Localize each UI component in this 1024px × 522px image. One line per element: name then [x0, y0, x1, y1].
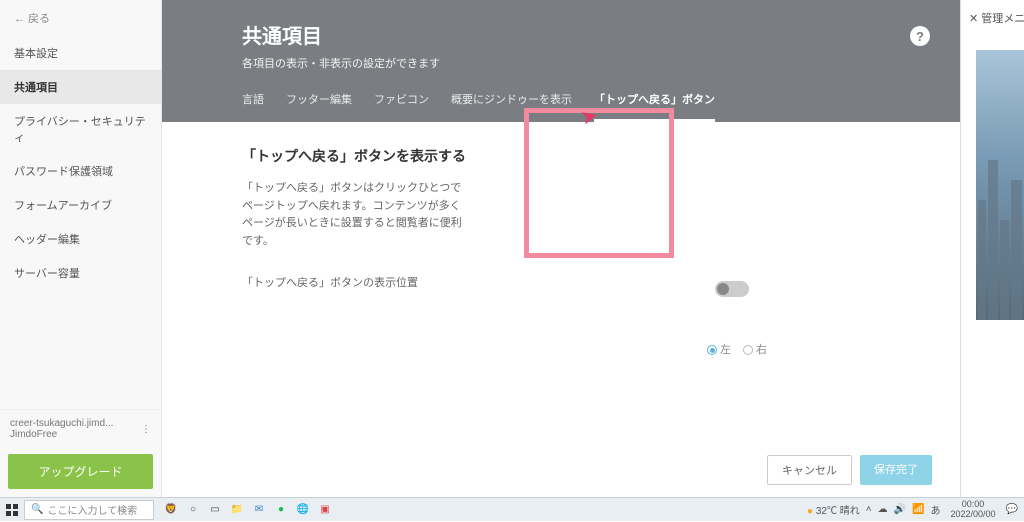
page-subtitle: 各項目の表示・非表示の設定ができます	[242, 55, 880, 71]
chrome-icon[interactable]: 🌐	[294, 501, 312, 519]
show-toggle[interactable]	[715, 281, 749, 297]
position-radios: 左 右	[707, 341, 767, 357]
tray-icon-1[interactable]: 🔊	[894, 504, 906, 515]
taskbar-clock[interactable]: 00:00 2022/00/00	[947, 500, 1000, 520]
tab-language[interactable]: 言語	[242, 91, 264, 122]
taskview-icon[interactable]: ▭	[206, 501, 224, 519]
right-panel: ✕ 管理メニ	[960, 0, 1024, 497]
start-button[interactable]	[0, 498, 24, 522]
search-icon: 🔍	[31, 504, 43, 515]
section-desc: 「トップへ戻る」ボタンはクリックひとつでページトップへ戻れます。コンテンツが多く…	[242, 180, 462, 250]
sidebar-item-server[interactable]: サーバー容量	[0, 256, 161, 290]
explorer-icon[interactable]: 📁	[228, 501, 246, 519]
spotify-icon[interactable]: ●	[272, 501, 290, 519]
account-name: creer-tsukaguchi.jimd...	[10, 418, 113, 429]
content: 「トップへ戻る」ボタンを表示する 「トップへ戻る」ボタンはクリックひとつでページ…	[162, 122, 960, 497]
tab-back-to-top[interactable]: 「トップへ戻る」ボタン	[594, 91, 715, 122]
sidebar-item-basic[interactable]: 基本設定	[0, 36, 161, 70]
tabs: 言語 フッター編集 ファビコン 概要にジンドゥーを表示 「トップへ戻る」ボタン	[242, 91, 880, 122]
page-title: 共通項目	[242, 20, 880, 49]
task-icon-1[interactable]: 🦁	[162, 501, 180, 519]
radio-right[interactable]: 右	[743, 341, 767, 357]
app-icon[interactable]: ▣	[316, 501, 334, 519]
sidebar-item-forms[interactable]: フォームアーカイブ	[0, 188, 161, 222]
sidebar-item-privacy[interactable]: プライバシー・セキュリティ	[0, 104, 161, 154]
help-icon[interactable]: ?	[910, 26, 930, 46]
wifi-icon[interactable]: 📶	[912, 504, 924, 515]
section-title: 「トップへ戻る」ボタンを表示する	[242, 146, 880, 166]
position-label: 「トップへ戻る」ボタンの表示位置	[242, 274, 880, 290]
taskbar: 🔍 ここに入力して検索 🦁 ○ ▭ 📁 ✉ ● 🌐 ▣ ● 32℃ 晴れ ˄ ☁…	[0, 497, 1024, 521]
main-panel: 共通項目 各項目の表示・非表示の設定ができます ? 言語 フッター編集 ファビコ…	[162, 0, 960, 497]
tab-jimdo-show[interactable]: 概要にジンドゥーを表示	[451, 91, 572, 122]
tray-chevron-icon[interactable]: ˄	[866, 504, 872, 515]
header: 共通項目 各項目の表示・非表示の設定ができます ? 言語 フッター編集 ファビコ…	[162, 0, 960, 122]
site-preview	[976, 50, 1024, 320]
search-placeholder: ここに入力して検索	[47, 502, 137, 517]
plan-label: JimdoFree	[10, 429, 113, 440]
task-icons: 🦁 ○ ▭ 📁 ✉ ● 🌐 ▣	[162, 501, 334, 519]
back-link[interactable]: ← 戻る	[0, 0, 161, 36]
taskbar-search[interactable]: 🔍 ここに入力して検索	[24, 500, 154, 520]
cancel-button[interactable]: キャンセル	[767, 455, 852, 485]
close-management-menu[interactable]: ✕ 管理メニ	[961, 0, 1024, 36]
cortana-icon[interactable]: ○	[184, 501, 202, 519]
sidebar-item-header[interactable]: ヘッダー編集	[0, 222, 161, 256]
tab-footer[interactable]: フッター編集	[286, 91, 352, 122]
sidebar-item-password[interactable]: パスワード保護領域	[0, 154, 161, 188]
weather-widget[interactable]: ● 32℃ 晴れ	[807, 502, 860, 517]
save-button[interactable]: 保存完了	[860, 455, 932, 485]
ime-icon[interactable]: あ	[931, 502, 941, 517]
more-icon[interactable]: ⋮	[141, 424, 151, 435]
footer-buttons: キャンセル 保存完了	[767, 455, 932, 485]
system-tray: ● 32℃ 晴れ ˄ ☁ 🔊 📶 あ 00:00 2022/00/00 💬	[807, 500, 1024, 520]
sidebar-item-common[interactable]: 共通項目	[0, 70, 161, 104]
radio-left[interactable]: 左	[707, 341, 731, 357]
sidebar: ← 戻る 基本設定 共通項目 プライバシー・セキュリティ パスワード保護領域 フ…	[0, 0, 162, 497]
mail-icon[interactable]: ✉	[250, 501, 268, 519]
tab-favicon[interactable]: ファビコン	[374, 91, 429, 122]
onedrive-icon[interactable]: ☁	[878, 504, 888, 515]
notification-icon[interactable]: 💬	[1006, 504, 1018, 515]
upgrade-button[interactable]: アップグレード	[8, 454, 153, 489]
sidebar-footer: creer-tsukaguchi.jimd... JimdoFree ⋮	[0, 409, 161, 448]
